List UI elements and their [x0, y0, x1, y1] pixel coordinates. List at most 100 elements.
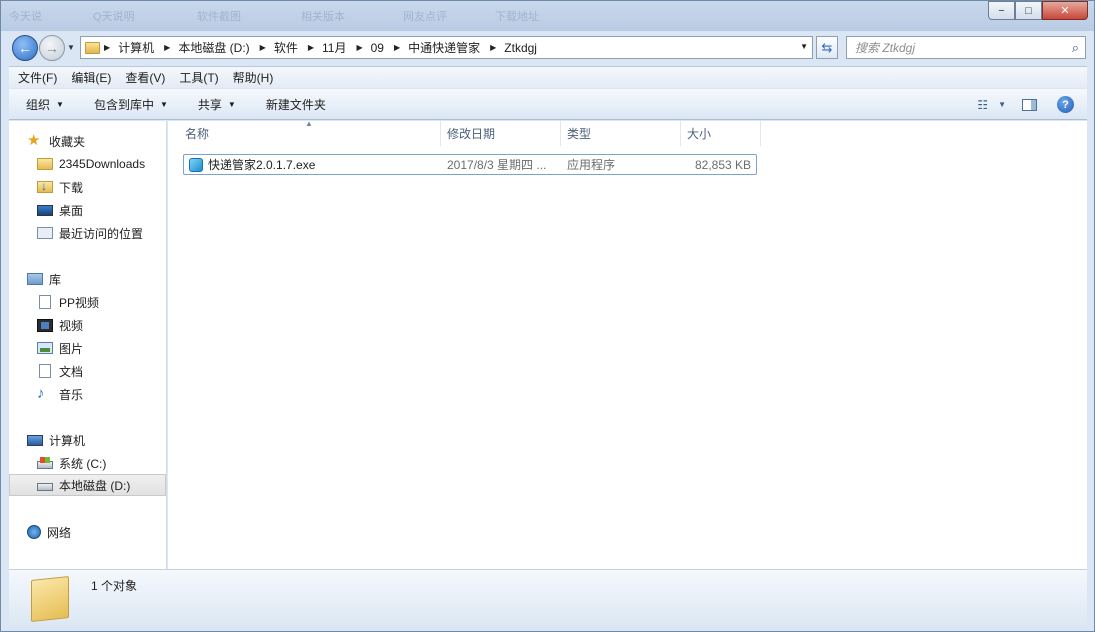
picture-icon [37, 342, 53, 354]
sidebar-item-network[interactable]: 网络 [27, 521, 184, 543]
include-in-library-label: 包含到库中 [93, 97, 154, 112]
chevron-down-icon: ▼ [56, 99, 64, 109]
breadcrumb[interactable]: ▶ 软件 [260, 39, 298, 56]
address-bar[interactable]: ▶ 计算机 ▶ 本地磁盘 (D:) ▶ 软件 ▶ 11月 ▶ 09 ▶ 中通快递管家 ▶ Zt… [80, 36, 813, 59]
arrow-left-icon: ← [18, 40, 32, 56]
document-icon [39, 295, 51, 309]
breadcrumb-label: 计算机 [118, 41, 155, 55]
breadcrumb[interactable]: ▶ 计算机 [104, 39, 154, 56]
navigation-pane: ★收藏夹 2345Downloads 下载 桌面 最近访问的位置 库 PP视频 … [9, 121, 167, 569]
sidebar-label: 桌面 [59, 203, 84, 218]
address-dropdown-icon[interactable]: ▼ [800, 42, 808, 51]
document-icon [39, 364, 51, 378]
breadcrumb[interactable]: ▶ 11月 [308, 39, 347, 56]
column-header-name[interactable]: 名称 [179, 121, 441, 146]
chevron-right-icon: ▶ [164, 43, 171, 52]
application-icon [189, 157, 203, 172]
maximize-button[interactable]: □ [1015, 1, 1042, 20]
star-icon: ★ [27, 132, 41, 149]
details-pane: 1 个对象 [9, 569, 1087, 625]
sidebar-label: 系统 (C:) [59, 456, 107, 471]
help-button[interactable]: ? [1057, 96, 1074, 113]
menu-view[interactable]: 查看(V) [125, 69, 165, 86]
chevron-right-icon: ▶ [393, 43, 401, 52]
refresh-icon: ⇆ [821, 39, 833, 55]
minimize-button[interactable]: − [988, 1, 1015, 20]
sidebar-label: 音乐 [59, 387, 84, 402]
sidebar-item-libraries[interactable]: 库 [27, 268, 184, 290]
sidebar-label: 收藏夹 [49, 134, 86, 149]
folder-icon [37, 158, 53, 170]
arrow-right-icon: → [45, 40, 59, 56]
ghost-tab: 网友点评 [403, 11, 447, 23]
command-bar: 组织 ▼ 包含到库中 ▼ 共享 ▼ 新建文件夹 ☷ ▼ ? [9, 89, 1087, 120]
search-placeholder: 搜索 Ztkdgj [855, 41, 916, 55]
ghost-tab: Q天说明 [93, 11, 135, 23]
menu-tools[interactable]: 工具(T) [179, 69, 218, 86]
sidebar-item-computer[interactable]: 计算机 [27, 429, 184, 451]
folder-icon [31, 576, 69, 622]
breadcrumb-label: 09 [370, 40, 384, 55]
sidebar-item-favorites[interactable]: ★ 收藏夹 [27, 130, 184, 152]
forward-button[interactable]: → [39, 35, 65, 61]
include-in-library-button[interactable]: 包含到库中 ▼ [94, 96, 168, 113]
organize-button[interactable]: 组织 ▼ [26, 96, 64, 113]
chevron-right-icon: ▶ [259, 43, 266, 52]
breadcrumb-label: 本地磁盘 (D:) [178, 41, 250, 55]
sidebar-label: 计算机 [49, 433, 86, 448]
download-folder-icon [37, 179, 53, 193]
change-view-button[interactable]: ☷ ▼ [977, 98, 1006, 112]
sidebar-label: 库 [49, 272, 62, 287]
sidebar-label: 下载 [59, 180, 84, 195]
column-header-date[interactable]: 修改日期 [441, 121, 561, 146]
menu-help[interactable]: 帮助(H) [233, 69, 274, 86]
drive-icon [37, 483, 53, 491]
refresh-button[interactable]: ⇆ [816, 36, 838, 59]
window-controls: − □ ✕ [988, 1, 1088, 20]
item-count: 1 个对象 [91, 579, 138, 593]
sidebar-item-drive-d[interactable]: 本地磁盘 (D:) [9, 474, 166, 496]
file-type: 应用程序 [567, 158, 616, 172]
search-input[interactable]: 搜索 Ztkdgj ⌕ [846, 36, 1086, 59]
new-folder-button[interactable]: 新建文件夹 [266, 96, 326, 113]
breadcrumb[interactable]: ▶ Ztkdgj [490, 41, 537, 55]
search-icon[interactable]: ⌕ [1072, 40, 1079, 56]
sidebar-label: 图片 [59, 341, 84, 356]
question-icon: ? [1062, 98, 1069, 111]
sidebar-label: PP视频 [59, 295, 100, 310]
preview-pane-button[interactable] [1022, 98, 1037, 111]
sidebar-label: 视频 [59, 318, 84, 333]
organize-label: 组织 [26, 97, 51, 112]
sidebar-label: 本地磁盘 (D:) [59, 478, 131, 493]
ghost-tab: 今天说 [9, 11, 42, 23]
file-name: 快递管家2.0.1.7.exe [208, 158, 316, 172]
column-header-type[interactable]: 类型 [561, 121, 681, 146]
breadcrumb-label: 中通快递管家 [408, 41, 481, 55]
menu-file[interactable]: 文件(F) [18, 69, 57, 86]
sidebar-label: 最近访问的位置 [59, 226, 144, 241]
back-button[interactable]: ← [12, 35, 38, 61]
library-icon [27, 273, 43, 285]
explorer-window: 今天说 Q天说明 软件截图 相关版本 网友点评 下载地址 − □ ✕ ← → ▼… [0, 0, 1095, 632]
file-modified: 2017/8/3 星期四 ... [447, 158, 547, 172]
recent-pages-dropdown[interactable]: ▼ [67, 43, 75, 52]
share-button[interactable]: 共享 ▼ [198, 96, 236, 113]
view-list-icon: ☷ [977, 97, 989, 112]
breadcrumb[interactable]: ▶ 09 [356, 41, 384, 55]
column-headers: ▲ 名称 修改日期 类型 大小 [168, 119, 1087, 146]
breadcrumb-label: 11月 [321, 41, 347, 55]
desktop-icon [37, 204, 53, 216]
sidebar-label: 2345Downloads [59, 157, 146, 171]
menu-edit[interactable]: 编辑(E) [71, 69, 111, 86]
breadcrumb[interactable]: ▶ 中通快递管家 [394, 39, 480, 56]
system-drive-icon [37, 457, 53, 469]
close-button[interactable]: ✕ [1042, 1, 1088, 20]
folder-icon [85, 41, 100, 54]
network-icon [27, 525, 41, 539]
ghost-tab: 软件截图 [197, 11, 241, 23]
ghost-tab: 相关版本 [301, 11, 345, 23]
breadcrumb[interactable]: ▶ 本地磁盘 (D:) [164, 39, 249, 56]
table-row[interactable]: 快递管家2.0.1.7.exe 2017/8/3 星期四 ... 应用程序 82… [183, 154, 757, 175]
column-header-size[interactable]: 大小 [681, 121, 761, 146]
file-name-cell: 快递管家2.0.1.7.exe [189, 155, 315, 174]
